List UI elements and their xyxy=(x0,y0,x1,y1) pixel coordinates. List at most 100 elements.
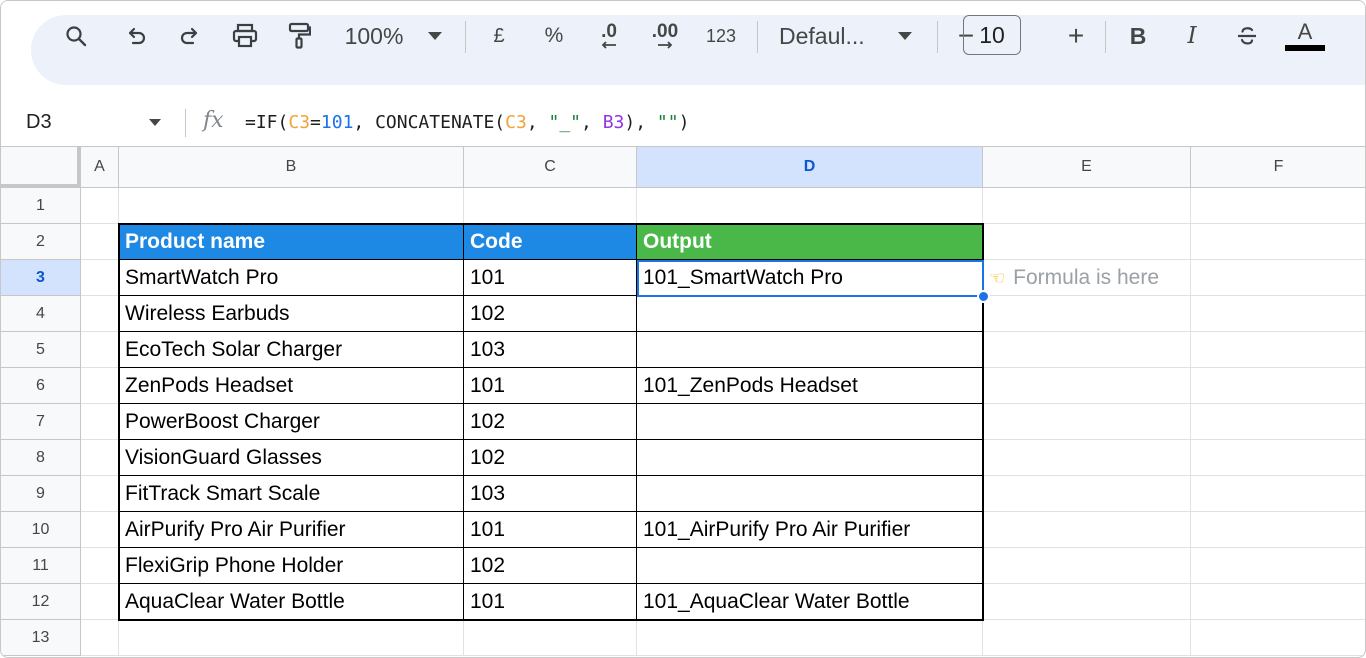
cell-e7[interactable] xyxy=(983,404,1191,440)
cell-a11[interactable] xyxy=(81,548,119,584)
cell-c1[interactable] xyxy=(464,188,637,224)
row-header-7[interactable]: 7 xyxy=(1,404,81,440)
zoom-select[interactable]: 100% xyxy=(337,1,411,71)
column-header-d[interactable]: D xyxy=(637,147,983,188)
cell-a10[interactable] xyxy=(81,512,119,548)
cell-e6[interactable] xyxy=(983,368,1191,404)
row-header-8[interactable]: 8 xyxy=(1,440,81,476)
table-cell[interactable]: 102 xyxy=(464,440,637,476)
table-header-cell[interactable]: Code xyxy=(464,224,637,260)
cell-a6[interactable] xyxy=(81,368,119,404)
table-cell[interactable] xyxy=(637,404,983,440)
table-cell[interactable]: 103 xyxy=(464,476,637,512)
increase-font-size-button[interactable]: + xyxy=(1061,1,1091,71)
table-cell[interactable] xyxy=(637,440,983,476)
cell-a9[interactable] xyxy=(81,476,119,512)
cell-f3[interactable] xyxy=(1191,260,1365,296)
increase-decimal-button[interactable]: .00 xyxy=(645,1,685,71)
cell-a12[interactable] xyxy=(81,584,119,620)
cell-d1[interactable] xyxy=(637,188,983,224)
cell-f12[interactable] xyxy=(1191,584,1365,620)
table-cell[interactable]: PowerBoost Charger xyxy=(119,404,464,440)
font-dropdown-icon[interactable] xyxy=(895,1,915,71)
cell-a13[interactable] xyxy=(81,620,119,656)
cell-a7[interactable] xyxy=(81,404,119,440)
formula-input[interactable]: =IF(C3=101, CONCATENATE(C3, "_", B3), ""… xyxy=(245,112,689,133)
name-box[interactable]: D3 xyxy=(26,111,52,134)
cell-b13[interactable] xyxy=(119,620,464,656)
cell-e13[interactable] xyxy=(983,620,1191,656)
table-cell[interactable]: 101 xyxy=(464,368,637,404)
table-cell[interactable]: 102 xyxy=(464,296,637,332)
cell-f13[interactable] xyxy=(1191,620,1365,656)
row-header-12[interactable]: 12 xyxy=(1,584,81,620)
table-cell[interactable]: Wireless Earbuds xyxy=(119,296,464,332)
cell-c13[interactable] xyxy=(464,620,637,656)
table-cell[interactable]: FitTrack Smart Scale xyxy=(119,476,464,512)
row-header-13[interactable]: 13 xyxy=(1,620,81,656)
cell-f6[interactable] xyxy=(1191,368,1365,404)
table-cell[interactable]: 101 xyxy=(464,512,637,548)
name-box-dropdown-icon[interactable] xyxy=(149,119,161,126)
cell-e10[interactable] xyxy=(983,512,1191,548)
column-header-a[interactable]: A xyxy=(81,147,119,188)
cell-a8[interactable] xyxy=(81,440,119,476)
print-icon[interactable] xyxy=(227,1,263,71)
table-cell[interactable]: 101_ZenPods Headset xyxy=(637,368,983,404)
table-cell[interactable] xyxy=(637,332,983,368)
table-cell[interactable]: FlexiGrip Phone Holder xyxy=(119,548,464,584)
strikethrough-icon[interactable] xyxy=(1231,1,1263,71)
paint-format-icon[interactable] xyxy=(283,1,315,71)
cell-a5[interactable] xyxy=(81,332,119,368)
table-cell[interactable]: 101_AirPurify Pro Air Purifier xyxy=(637,512,983,548)
italic-button[interactable]: I xyxy=(1177,1,1207,71)
cell-f10[interactable] xyxy=(1191,512,1365,548)
row-header-1[interactable]: 1 xyxy=(1,188,81,224)
cell-a1[interactable] xyxy=(81,188,119,224)
cell-f7[interactable] xyxy=(1191,404,1365,440)
select-all-corner[interactable] xyxy=(1,147,81,188)
table-cell[interactable] xyxy=(637,476,983,512)
redo-icon[interactable] xyxy=(173,1,207,71)
cell-e12[interactable] xyxy=(983,584,1191,620)
table-header-cell[interactable]: Product name xyxy=(119,224,464,260)
cell-e1[interactable] xyxy=(983,188,1191,224)
table-cell[interactable] xyxy=(637,296,983,332)
bold-button[interactable]: B xyxy=(1123,1,1153,71)
column-header-f[interactable]: F xyxy=(1191,147,1365,188)
cell-e9[interactable] xyxy=(983,476,1191,512)
table-cell[interactable]: EcoTech Solar Charger xyxy=(119,332,464,368)
decrease-decimal-button[interactable]: .0 xyxy=(591,1,627,71)
search-icon[interactable] xyxy=(59,1,93,71)
undo-icon[interactable] xyxy=(119,1,153,71)
cell-b1[interactable] xyxy=(119,188,464,224)
row-header-3[interactable]: 3 xyxy=(1,260,81,296)
percent-format-button[interactable]: % xyxy=(539,1,569,71)
table-cell[interactable]: AquaClear Water Bottle xyxy=(119,584,464,620)
cell-a3[interactable] xyxy=(81,260,119,296)
cell-f5[interactable] xyxy=(1191,332,1365,368)
font-family-select[interactable]: Defaul... xyxy=(779,1,879,71)
column-header-c[interactable]: C xyxy=(464,147,637,188)
row-header-9[interactable]: 9 xyxy=(1,476,81,512)
row-header-6[interactable]: 6 xyxy=(1,368,81,404)
zoom-dropdown-icon[interactable] xyxy=(425,1,445,71)
row-header-5[interactable]: 5 xyxy=(1,332,81,368)
cell-f8[interactable] xyxy=(1191,440,1365,476)
column-header-b[interactable]: B xyxy=(119,147,464,188)
table-cell[interactable]: ZenPods Headset xyxy=(119,368,464,404)
currency-format-button[interactable]: £ xyxy=(485,1,513,71)
row-header-11[interactable]: 11 xyxy=(1,548,81,584)
table-cell[interactable]: 101 xyxy=(464,260,637,296)
cell-e5[interactable] xyxy=(983,332,1191,368)
row-header-2[interactable]: 2 xyxy=(1,224,81,260)
table-cell[interactable]: VisionGuard Glasses xyxy=(119,440,464,476)
table-cell[interactable]: 102 xyxy=(464,548,637,584)
cell-a4[interactable] xyxy=(81,296,119,332)
table-cell[interactable] xyxy=(637,548,983,584)
cell-a2[interactable] xyxy=(81,224,119,260)
table-cell[interactable]: 101_SmartWatch Pro xyxy=(637,260,983,296)
table-header-cell[interactable]: Output xyxy=(637,224,983,260)
cell-f4[interactable] xyxy=(1191,296,1365,332)
table-cell[interactable]: AirPurify Pro Air Purifier xyxy=(119,512,464,548)
